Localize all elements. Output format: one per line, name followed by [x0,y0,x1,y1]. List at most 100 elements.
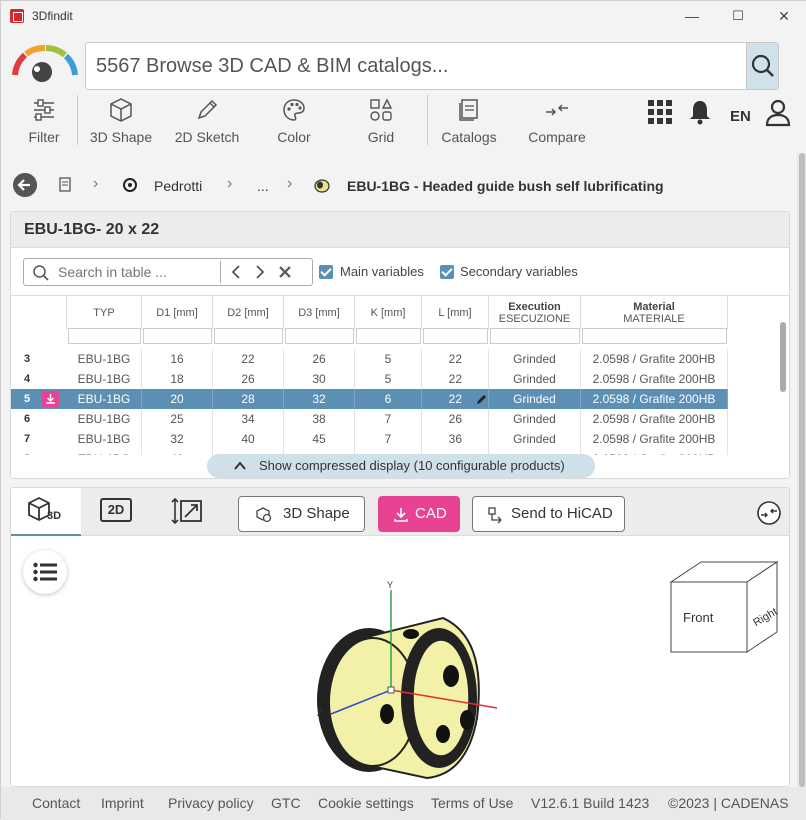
compare-button[interactable]: Compare [523,93,591,149]
view-cube[interactable]: Front Right [669,560,779,660]
chevron-right-icon[interactable] [254,265,266,279]
row-number: 6 [24,413,31,425]
3d-shape-search-button[interactable]: 3D Shape [238,496,365,532]
column-header-title: TYP [93,307,115,319]
page-scrollbar-thumb[interactable] [799,153,805,787]
compressed-display-toggle[interactable]: Show compressed display (10 configurable… [207,454,595,478]
grid-button[interactable]: Grid [353,93,409,149]
row-number-header [11,296,67,330]
clear-x-icon[interactable] [278,265,292,279]
table-row[interactable]: 6 EBU-1BG 25 34 38 7 26 Grinded 2.0598 / Grafite… [11,409,728,429]
column-filter-input[interactable] [285,328,354,344]
footer-link-terms[interactable]: Terms of Use [431,795,513,811]
column-filter-input[interactable] [423,328,488,344]
panel-header: EBU-1BG- 20 x 22 [11,212,789,248]
column-header-title: K [mm] [370,307,406,319]
2d-sketch-button[interactable]: 2D Sketch [169,93,245,149]
tab-dimensions[interactable] [155,488,225,536]
tab-2d[interactable]: 2D [83,488,153,536]
back-arrow-icon[interactable] [13,173,37,197]
viewer-menu-button[interactable] [23,550,67,594]
column-filter-input[interactable] [68,328,141,344]
table-cell: 7 [355,409,422,429]
maximize-button[interactable]: ☐ [715,1,761,33]
search-input[interactable] [86,43,746,89]
table-row[interactable]: 5 EBU-1BG 20 28 32 6 22 Grinded 2.0598 / Grafite… [11,389,728,409]
table-scrollbar-thumb[interactable] [780,322,786,392]
column-header[interactable]: Material MATERIALE [581,296,728,330]
chevron-left-icon[interactable] [230,265,242,279]
list-menu-icon [33,562,57,582]
filter-button[interactable]: Filter [19,93,69,149]
main-variables-checkbox[interactable] [319,265,333,279]
column-filter-input[interactable] [490,328,580,344]
table-search-input[interactable] [58,262,208,282]
window-title: 3Dfindit [32,9,73,23]
secondary-variables-checkbox[interactable] [440,265,454,279]
collapse-viewer-icon[interactable] [756,500,782,526]
table-row[interactable]: 3 EBU-1BG 16 22 26 5 22 Grinded 2.0598 / Grafite… [11,349,728,369]
part-3d-model[interactable]: Y Z [291,578,511,787]
table-cell: 26 [213,369,284,389]
download-icon [394,508,408,522]
table-cell: 32 [284,389,355,409]
table-row[interactable]: 7 EBU-1BG 32 40 45 7 36 Grinded 2.0598 / Grafite… [11,429,728,449]
axis-z-label: Z [317,708,323,718]
column-header[interactable]: K [mm] [355,296,422,330]
language-selector[interactable]: EN [730,108,751,125]
column-header-title: Material [633,301,675,313]
breadcrumb-item-pedrotti[interactable]: Pedrotti [154,178,202,194]
row-download-icon[interactable] [42,391,59,407]
gauge-logo-icon[interactable] [11,45,79,87]
page-scrollbar[interactable] [797,153,806,787]
footer-link-imprint[interactable]: Imprint [101,795,144,811]
column-header[interactable]: D1 [mm] [142,296,213,330]
catalogs-button[interactable]: Catalogs [437,93,501,149]
footer-link-gtc[interactable]: GTC [271,795,301,811]
color-button[interactable]: Color [265,93,323,149]
edit-pencil-icon[interactable] [475,392,487,406]
catalog-root-icon[interactable] [58,177,72,193]
breadcrumb-current-product: EBU-1BG - Headed guide bush self lubrifi… [347,178,664,194]
column-filter-input[interactable] [356,328,421,344]
user-icon[interactable] [765,99,791,127]
table-scrollbar[interactable] [780,322,788,454]
breadcrumb-item-ellipsis[interactable]: ... [257,178,269,194]
send-export-icon [488,507,502,524]
footer-link-privacy[interactable]: Privacy policy [168,795,254,811]
footer-link-cookie-settings[interactable]: Cookie settings [318,795,414,811]
column-header[interactable]: Execution ESECUZIONE [489,296,581,330]
column-filter-input[interactable] [143,328,212,344]
part-thumbnail-icon [314,179,330,193]
footer-link-contact[interactable]: Contact [32,795,80,811]
column-header-title: Execution [508,301,561,313]
table-cell: 22 [422,349,489,369]
send-to-hicad-label: Send to HiCAD [511,505,613,522]
table-cell: 25 [142,409,213,429]
table-cell: 22 [213,349,284,369]
column-filter-input[interactable] [214,328,283,344]
table-cell: 18 [142,369,213,389]
apps-grid-icon[interactable] [647,99,673,125]
viewer-toolbar: 3D 2D 3D Shape CAD Send to HiCAD [11,488,789,536]
compare-label: Compare [528,129,586,145]
table-row[interactable]: 4 EBU-1BG 18 26 30 5 22 Grinded 2.0598 / Grafite… [11,369,728,389]
column-header[interactable]: D2 [mm] [213,296,284,330]
close-button[interactable]: ✕ [761,1,806,33]
column-header-subtitle: MATERIALE [623,313,685,325]
bell-icon[interactable] [688,99,712,125]
table-cell: EBU-1BG [67,349,142,369]
main-content: › Pedrotti › ... › EBU-1BG - Headed guid… [1,153,797,787]
column-header[interactable]: TYP [67,296,142,330]
3d-shape-button[interactable]: 3D Shape [85,93,157,149]
minimize-button[interactable]: — [669,1,715,33]
row-number: 5 [24,393,31,405]
send-to-hicad-button[interactable]: Send to HiCAD [472,496,625,532]
column-filter-input[interactable] [582,328,727,344]
column-header[interactable]: L [mm] [422,296,489,330]
column-header[interactable]: D3 [mm] [284,296,355,330]
tab-3d[interactable]: 3D [11,488,81,536]
cad-download-button[interactable]: CAD [378,496,460,532]
shape-search-icon [256,507,272,523]
search-button[interactable] [746,43,778,89]
